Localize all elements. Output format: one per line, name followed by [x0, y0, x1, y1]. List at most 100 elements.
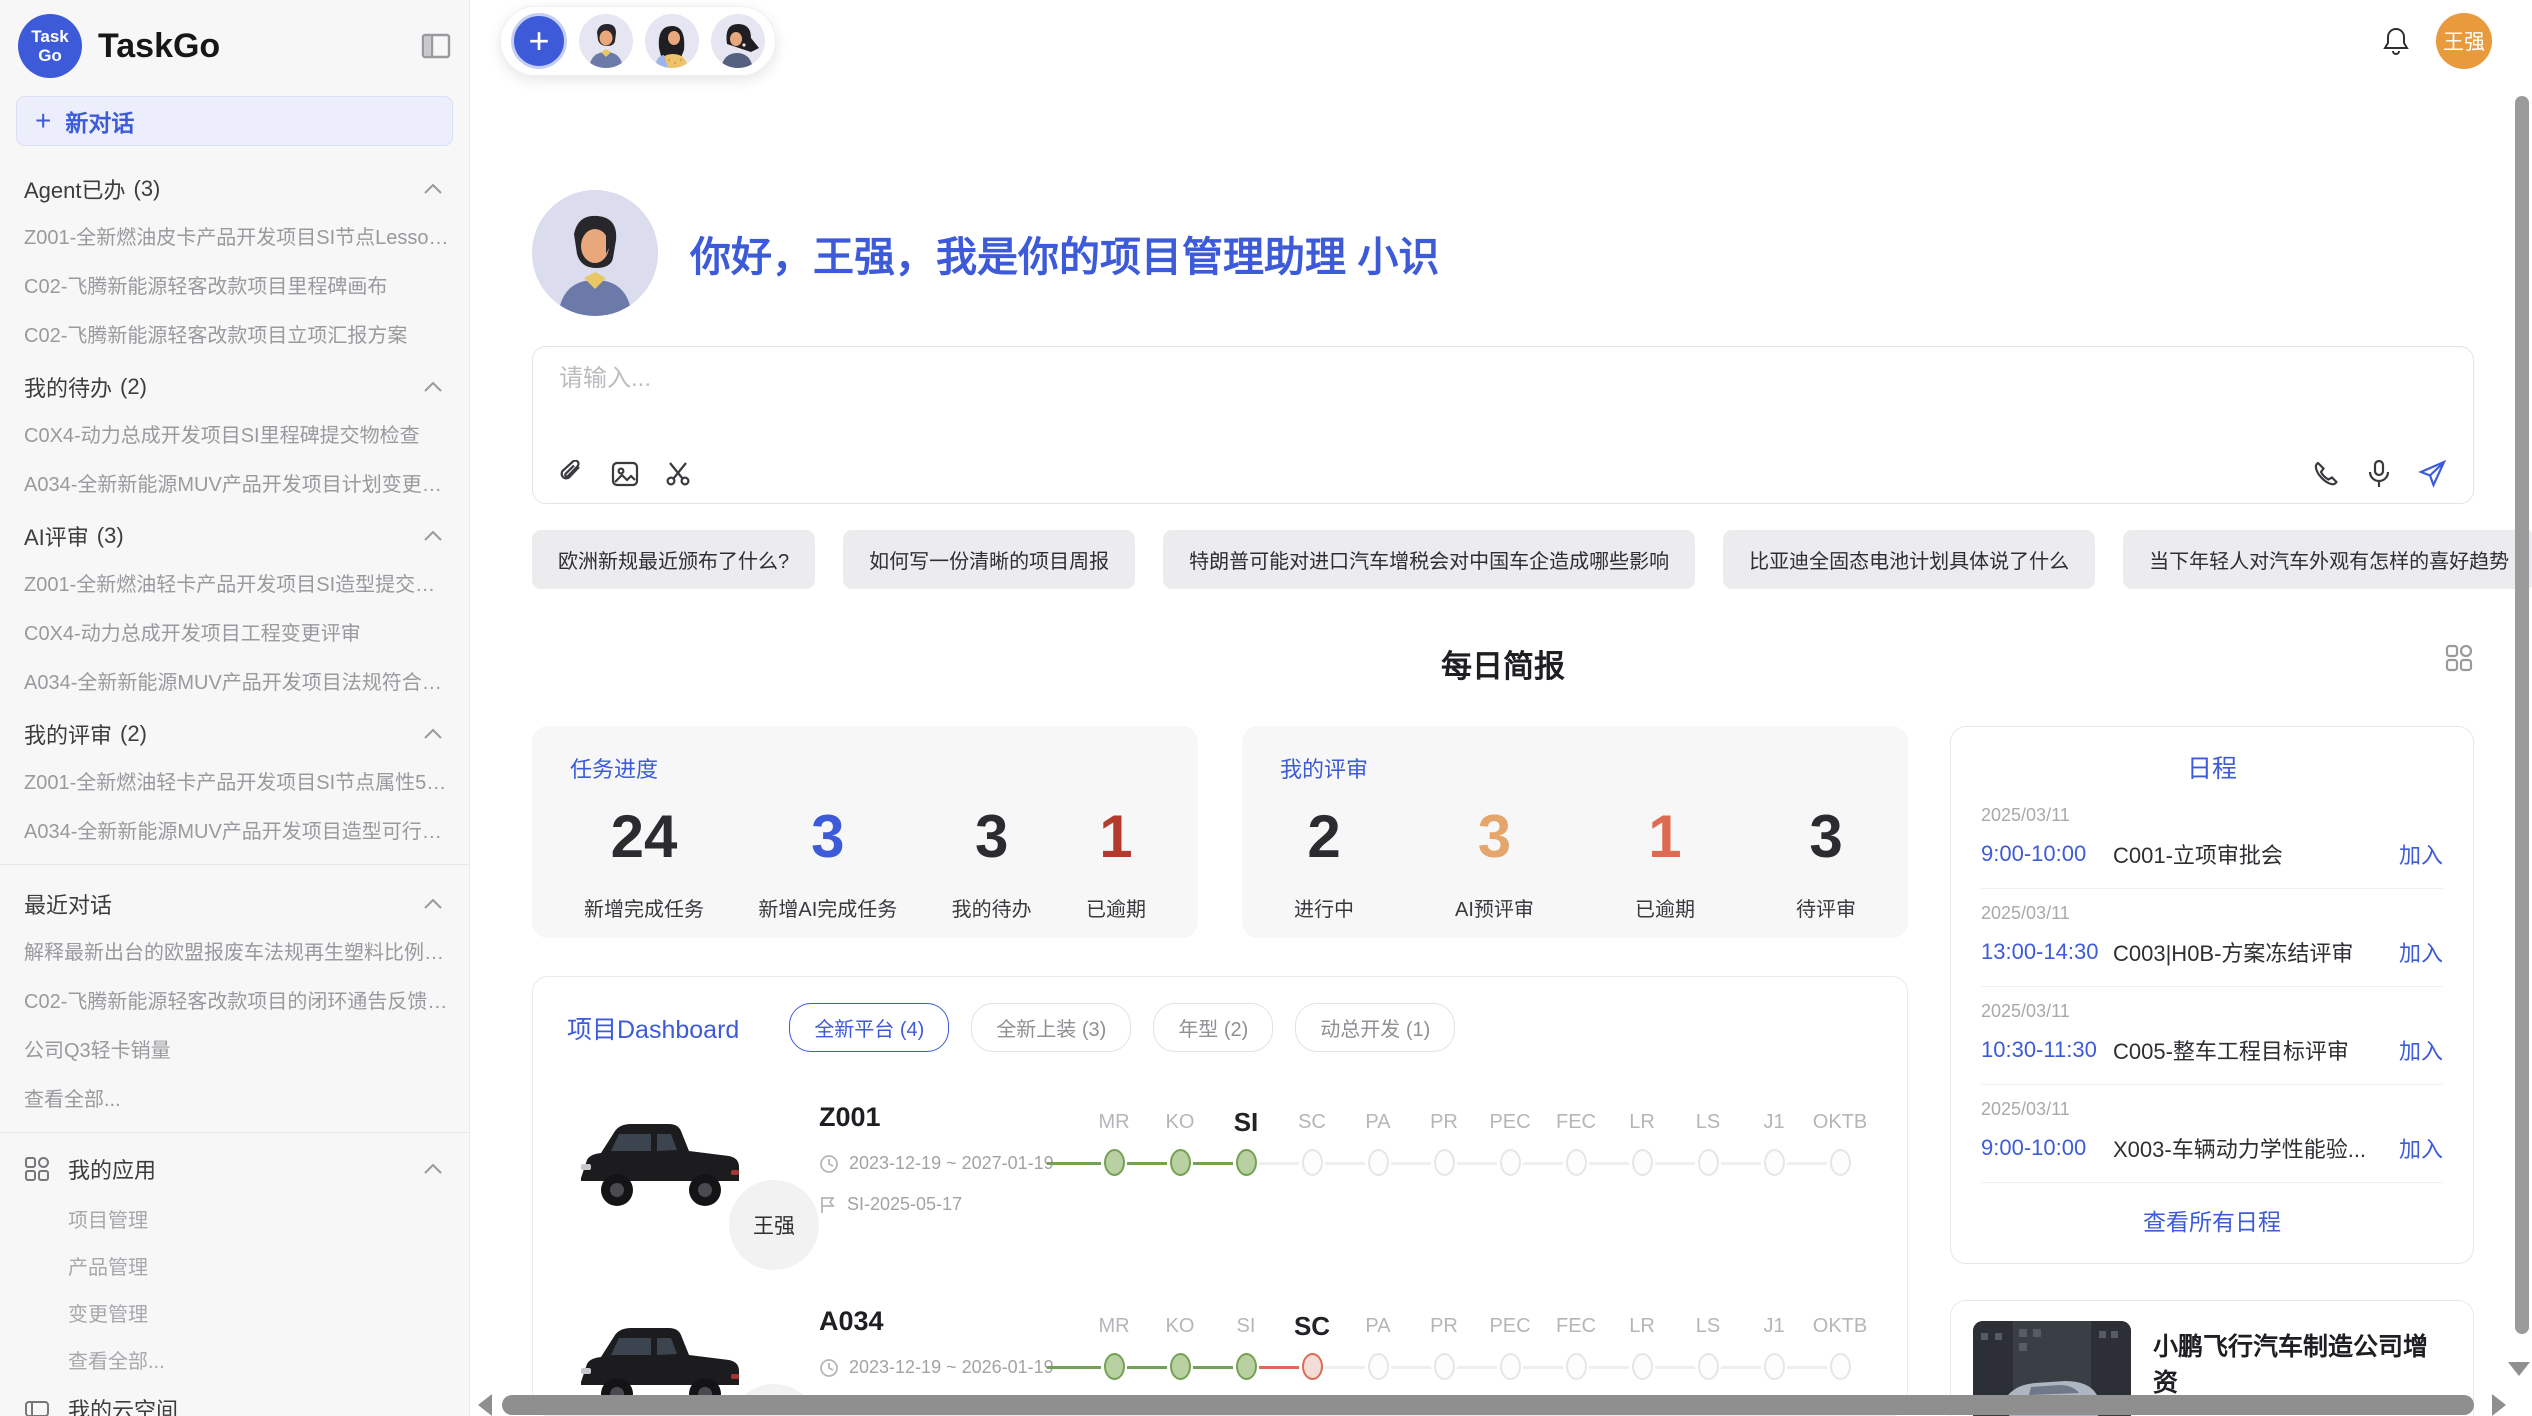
section-ai-review[interactable]: AI评审 (3) [0, 507, 469, 558]
list-item[interactable]: Z001-全新燃油轻卡产品开发项目SI节点属性5D文件评审 [0, 756, 469, 805]
join-link[interactable]: 加入 [2399, 1034, 2443, 1066]
sidebar-collapse-icon[interactable] [421, 32, 451, 60]
chevron-up-icon[interactable] [423, 898, 443, 910]
scroll-right-arrow-icon[interactable] [2492, 1394, 2506, 1416]
plus-icon: + [35, 105, 51, 137]
suggestion-chip[interactable]: 欧洲新规最近颁布了什么? [532, 530, 815, 589]
project-dates-row: 2023-12-19 ~ 2026-01-19 [819, 1357, 1081, 1378]
avatar-woman-1[interactable] [645, 14, 699, 68]
microphone-icon[interactable] [2367, 459, 2391, 489]
milestone-label: PR [1430, 1308, 1458, 1344]
milestone-dot [1104, 1149, 1125, 1176]
tab-new-platform[interactable]: 全新平台 (4) [789, 1003, 949, 1052]
list-item[interactable]: 公司Q3轻卡销量 [0, 1024, 469, 1073]
stat-in-progress: 2 进行中 [1294, 802, 1354, 922]
stat-my-todo: 3 我的待办 [952, 802, 1032, 922]
user-avatar[interactable]: 王强 [2436, 13, 2492, 69]
suggestion-chip[interactable]: 如何写一份清晰的项目周报 [843, 530, 1135, 589]
new-chat-button[interactable]: + 新对话 [16, 96, 453, 146]
vertical-scrollbar-thumb[interactable] [2515, 96, 2529, 1334]
project-owner-badge: 王强 [729, 1180, 819, 1270]
layout-grid-icon[interactable] [2444, 643, 2474, 673]
tab-new-body[interactable]: 全新上装 (3) [971, 1003, 1131, 1052]
scissors-icon[interactable] [665, 460, 693, 488]
milestone-dot [1698, 1149, 1719, 1176]
sidebar-header: Task Go TaskGo [0, 0, 469, 86]
tab-model-year[interactable]: 年型 (2) [1153, 1003, 1273, 1052]
suggestion-chip[interactable]: 特朗普可能对进口汽车增税会对中国车企造成哪些影响 [1163, 530, 1695, 589]
list-item[interactable]: C0X4-动力总成开发项目工程变更评审 [0, 607, 469, 656]
stat-value: 1 [1086, 802, 1146, 871]
milestone-label: SC [1298, 1104, 1326, 1140]
send-icon[interactable] [2417, 459, 2447, 489]
recent-view-all[interactable]: 查看全部... [0, 1073, 469, 1122]
vertical-scrollbar[interactable] [2510, 0, 2532, 1416]
view-all-schedule-link[interactable]: 查看所有日程 [1981, 1183, 2443, 1245]
tab-powertrain[interactable]: 动总开发 (1) [1295, 1003, 1455, 1052]
milestone-label: PA [1365, 1308, 1390, 1344]
scroll-down-arrow-icon[interactable] [2508, 1362, 2530, 1376]
project-row-z001[interactable]: 王强 Z001 2023-12-19 ~ 2027-01-19 [567, 1098, 1873, 1256]
avatar-woman-2[interactable] [711, 14, 765, 68]
avatar-man[interactable] [579, 14, 633, 68]
milestone-dot [1764, 1353, 1785, 1380]
input-actions [559, 459, 2447, 489]
attachment-icon[interactable] [559, 460, 585, 488]
horizontal-scrollbar[interactable] [478, 1394, 2506, 1416]
milestone-label: J1 [1763, 1104, 1784, 1140]
image-icon[interactable] [611, 461, 639, 487]
milestone-label: FEC [1556, 1104, 1596, 1140]
milestone-dot [1500, 1353, 1521, 1380]
phone-icon[interactable] [2313, 460, 2341, 488]
join-link[interactable]: 加入 [2399, 838, 2443, 870]
section-agent-done[interactable]: Agent已办 (3) [0, 160, 469, 211]
list-item[interactable]: C02-飞腾新能源轻客改款项目立项汇报方案 [0, 309, 469, 358]
my-review-title: 我的评审 [1280, 752, 1870, 784]
chevron-up-icon[interactable] [423, 381, 443, 393]
milestone-pec: PEC [1477, 1308, 1543, 1380]
section-recent-chats[interactable]: 最近对话 [0, 875, 469, 926]
list-item[interactable]: A034-全新新能源MUV产品开发项目造型可行性评审 [0, 805, 469, 854]
sidebar-item-apps-view-all[interactable]: 查看全部... [0, 1336, 469, 1383]
milestone-dot [1170, 1353, 1191, 1380]
join-link[interactable]: 加入 [2399, 936, 2443, 968]
chat-input[interactable] [559, 365, 2447, 393]
section-my-todo[interactable]: 我的待办 (2) [0, 358, 469, 409]
milestone-label: SI [1234, 1104, 1259, 1140]
list-item[interactable]: Z001-全新燃油轻卡产品开发项目SI造型提交物评审 [0, 558, 469, 607]
list-item[interactable]: C02-飞腾新能源轻客改款项目里程碑画布 [0, 260, 469, 309]
milestone-dot [1698, 1353, 1719, 1380]
list-item[interactable]: Z001-全新燃油皮卡产品开发项目SI节点Lesson Learn报告 [0, 211, 469, 260]
scroll-left-arrow-icon[interactable] [478, 1394, 492, 1416]
suggestion-chip[interactable]: 比亚迪全固态电池计划具体说了什么 [1723, 530, 2095, 589]
section-count: (2) [120, 374, 147, 400]
daily-briefing-title: 每日简报 [1441, 649, 1565, 684]
list-item[interactable]: 解释最新出台的欧盟报废车法规再生塑料比例被调至15%... [0, 926, 469, 975]
chevron-up-icon[interactable] [423, 1163, 443, 1175]
chevron-up-icon[interactable] [423, 530, 443, 542]
sidebar-item-cloud-space[interactable]: 我的云空间 [0, 1383, 469, 1416]
logo-line2: Go [38, 46, 62, 65]
list-item[interactable]: A034-全新新能源MUV产品开发项目计划变更表编写 [0, 458, 469, 507]
horizontal-scrollbar-thumb[interactable] [502, 1395, 2474, 1415]
section-count: (3) [134, 176, 161, 202]
sidebar-item-project-mgmt[interactable]: 项目管理 [0, 1195, 469, 1242]
sidebar-item-change-mgmt[interactable]: 变更管理 [0, 1289, 469, 1336]
notification-bell-icon[interactable] [2382, 26, 2410, 56]
list-item[interactable]: C0X4-动力总成开发项目SI里程碑提交物检查 [0, 409, 469, 458]
join-link[interactable]: 加入 [2399, 1132, 2443, 1164]
my-apps-label: 我的应用 [68, 1153, 156, 1185]
schedule-name: X003-车辆动力学性能验... [2113, 1132, 2385, 1164]
assistant-avatar-group: + [500, 6, 776, 76]
chevron-up-icon[interactable] [423, 728, 443, 740]
add-assistant-button[interactable]: + [511, 13, 567, 69]
sidebar-item-product-mgmt[interactable]: 产品管理 [0, 1242, 469, 1289]
list-item[interactable]: C02-飞腾新能源轻客改款项目的闭环通告反馈情况 [0, 975, 469, 1024]
milestone-dot [1764, 1149, 1785, 1176]
suggestion-chip[interactable]: 当下年轻人对汽车外观有怎样的喜好趋势 [2123, 530, 2532, 589]
list-item[interactable]: A034-全新新能源MUV产品开发项目法规符合性评审 [0, 656, 469, 705]
chevron-up-icon[interactable] [423, 183, 443, 195]
section-my-review[interactable]: 我的评审 (2) [0, 705, 469, 756]
section-title: Agent已办 [24, 173, 126, 205]
sidebar-item-my-apps[interactable]: 我的应用 [0, 1143, 469, 1195]
